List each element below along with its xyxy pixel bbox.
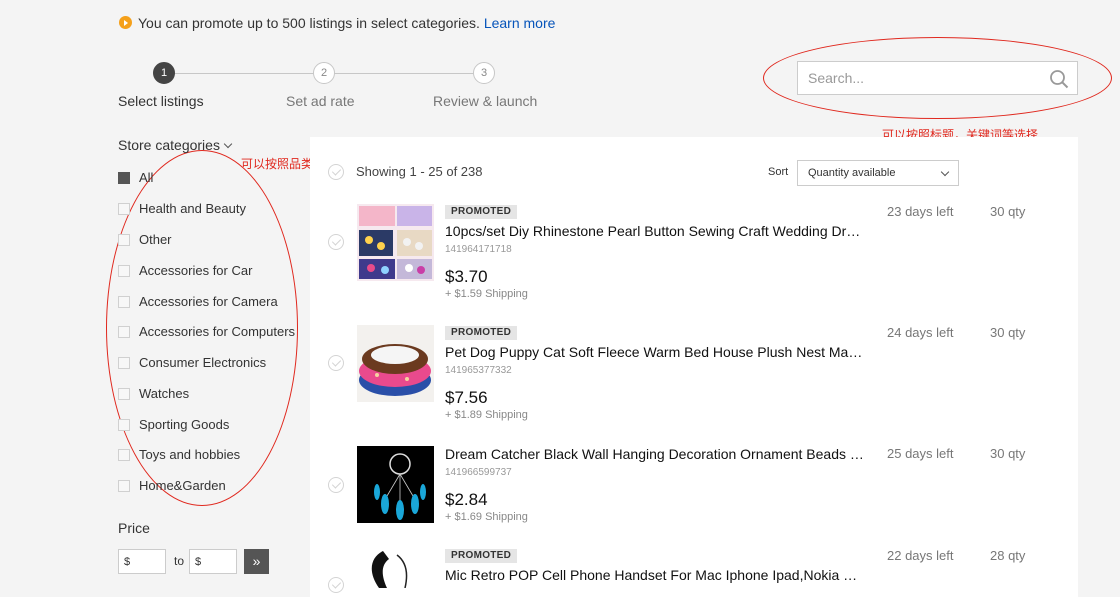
store-categories-label: Store categories [118, 137, 220, 153]
item-shipping: + $1.59 Shipping [445, 288, 528, 300]
item-days-left: 24 days left [887, 325, 954, 340]
item-select-checkbox[interactable] [328, 355, 344, 371]
item-shipping: + $1.89 Shipping [445, 409, 528, 421]
step-3-label: Review & launch [433, 93, 538, 109]
category-checkbox[interactable] [118, 265, 130, 277]
promo-info-icon [119, 16, 132, 29]
currency-symbol: $ [124, 556, 131, 568]
category-checkbox[interactable] [118, 419, 130, 431]
category-label: Toys and hobbies [139, 447, 241, 462]
category-checkbox[interactable] [118, 203, 130, 215]
promoted-badge: PROMOTED [445, 205, 518, 219]
category-checkbox[interactable] [118, 357, 130, 369]
category-checkbox[interactable] [118, 480, 130, 492]
chevron-down-icon [223, 139, 233, 149]
price-max-field: $ [189, 549, 237, 574]
sort-value: Quantity available [808, 167, 896, 179]
item-shipping: + $1.69 Shipping [445, 511, 528, 523]
category-label: Accessories for Camera [139, 294, 278, 309]
item-image-dream-catcher[interactable] [357, 446, 434, 523]
category-label: Home&Garden [139, 478, 226, 493]
results-count: Showing 1 - 25 of 238 [356, 164, 483, 179]
promo-banner-text: You can promote up to 500 listings in se… [138, 15, 480, 31]
item-quantity: 28 qty [990, 548, 1026, 563]
item-quantity: 30 qty [990, 325, 1026, 340]
select-all-checkbox[interactable] [328, 164, 344, 180]
item-select-checkbox[interactable] [328, 234, 344, 250]
search-icon[interactable] [1049, 69, 1069, 89]
sort-label: Sort [768, 166, 789, 178]
promo-banner: You can promote up to 500 listings in se… [138, 15, 555, 31]
item-title[interactable]: 10pcs/set Diy Rhinestone Pearl Button Se… [445, 223, 865, 239]
currency-symbol: $ [195, 556, 202, 568]
step-2-label: Set ad rate [286, 93, 355, 109]
step-1-circle: 1 [153, 62, 175, 84]
stepper-connector [334, 73, 474, 74]
category-label: Health and Beauty [139, 201, 246, 216]
price-to-label: to [174, 554, 185, 568]
item-id: 141966599737 [445, 467, 512, 478]
item-id: 141964171718 [445, 244, 512, 255]
category-checkbox[interactable] [118, 172, 130, 184]
item-title[interactable]: Pet Dog Puppy Cat Soft Fleece Warm Bed H… [445, 344, 865, 360]
item-image-retro-handset[interactable] [357, 549, 434, 588]
promoted-badge: PROMOTED [445, 326, 518, 340]
sort-dropdown[interactable]: Quantity available [797, 160, 959, 186]
item-title[interactable]: Mic Retro POP Cell Phone Handset For Mac… [445, 567, 865, 583]
category-checkbox[interactable] [118, 388, 130, 400]
item-image-pet-bed[interactable] [357, 325, 434, 402]
item-select-checkbox[interactable] [328, 477, 344, 493]
stepper-connector [174, 73, 314, 74]
search-box [797, 61, 1078, 95]
item-quantity: 30 qty [990, 446, 1026, 461]
store-categories-dropdown[interactable]: Store categories [118, 137, 233, 153]
category-checkbox[interactable] [118, 296, 130, 308]
promoted-badge: PROMOTED [445, 549, 518, 563]
item-image-rhinestone-buttons[interactable] [357, 204, 434, 281]
price-filter-label: Price [118, 520, 150, 536]
item-days-left: 22 days left [887, 548, 954, 563]
category-label: Consumer Electronics [139, 355, 267, 370]
learn-more-link[interactable]: Learn more [484, 15, 556, 31]
chevron-down-icon [940, 167, 950, 177]
item-price: $2.84 [445, 490, 488, 509]
category-checkbox[interactable] [118, 234, 130, 246]
price-apply-button[interactable]: » [244, 549, 269, 574]
search-input[interactable] [798, 62, 1058, 94]
item-select-checkbox[interactable] [328, 577, 344, 593]
step-1-label: Select listings [118, 93, 204, 109]
category-label: All [139, 170, 154, 185]
step-3-circle: 3 [473, 62, 495, 84]
category-checkbox[interactable] [118, 449, 130, 461]
item-days-left: 23 days left [887, 204, 954, 219]
step-2-circle: 2 [313, 62, 335, 84]
category-checkbox[interactable] [118, 326, 130, 338]
item-days-left: 25 days left [887, 446, 954, 461]
category-label: Watches [139, 386, 190, 401]
category-label: Accessories for Computers [139, 324, 296, 339]
category-label: Sporting Goods [139, 417, 230, 432]
item-id: 141965377332 [445, 365, 512, 376]
item-quantity: 30 qty [990, 204, 1026, 219]
item-title[interactable]: Dream Catcher Black Wall Hanging Decorat… [445, 446, 865, 462]
item-price: $3.70 [445, 267, 488, 286]
price-min-field: $ [118, 549, 166, 574]
category-label: Accessories for Car [139, 263, 253, 278]
category-label: Other [139, 232, 172, 247]
item-price: $7.56 [445, 388, 488, 407]
